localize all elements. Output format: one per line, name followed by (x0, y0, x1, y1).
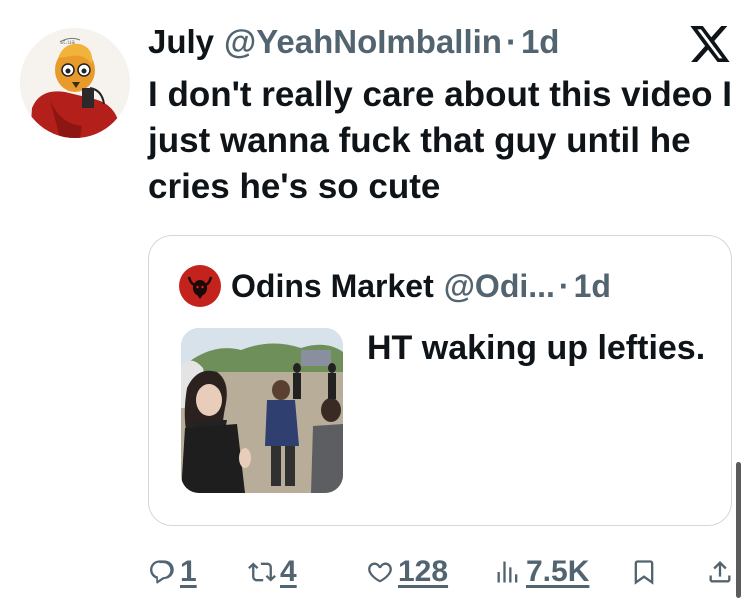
share-button[interactable] (706, 550, 734, 594)
quoted-tweet-media-thumbnail[interactable] (181, 328, 343, 493)
bookmark-button[interactable] (630, 550, 658, 594)
scrollbar[interactable] (736, 462, 741, 598)
quoted-tweet-header: Odins Market @Odi... · 1d (179, 264, 611, 308)
heart-icon (368, 562, 392, 583)
quoted-tweet-timestamp[interactable]: 1d (574, 264, 611, 308)
author-avatar[interactable]: st.ua (20, 28, 130, 138)
repost-button[interactable]: 4 (248, 550, 297, 594)
svg-text:st.ua: st.ua (60, 39, 75, 46)
author-avatar-drawing: st.ua (20, 28, 130, 138)
view-count: 7.5K (526, 555, 590, 588)
reply-count: 1 (180, 555, 197, 588)
views-button[interactable]: 7.5K (494, 550, 589, 594)
x-logo-icon (690, 26, 730, 62)
quoted-author-display-name[interactable]: Odins Market (231, 264, 434, 308)
repost-count: 4 (280, 555, 297, 588)
tweet-action-bar: 1 4 128 7.5K (148, 550, 738, 594)
share-icon (709, 561, 731, 583)
media-photo (181, 328, 343, 493)
tweet-text: I don't really care about this video I j… (148, 75, 733, 206)
author-handle[interactable]: @YeahNoImballin (224, 20, 502, 64)
repost-icon (248, 562, 276, 582)
separator-dot: · (558, 268, 570, 304)
bookmark-icon (634, 560, 654, 585)
author-display-name[interactable]: July (148, 20, 214, 64)
quoted-author-avatar[interactable] (179, 265, 221, 307)
tweet-timestamp[interactable]: 1d (521, 20, 560, 64)
quoted-tweet-card[interactable]: Odins Market @Odi... · 1d HT waking up l… (148, 235, 732, 526)
quoted-author-handle[interactable]: @Odi... (444, 264, 555, 308)
reply-button[interactable]: 1 (148, 550, 197, 594)
tweet[interactable]: st.ua July @YeahNoImballin · 1d I don't … (0, 0, 750, 611)
reply-icon (150, 560, 174, 584)
tweet-header: July @YeahNoImballin · 1d (148, 20, 559, 64)
separator-dot: · (505, 23, 517, 60)
like-count: 128 (398, 555, 449, 588)
quoted-tweet-text: HT waking up lefties. (367, 329, 706, 367)
views-chart-icon (497, 561, 518, 583)
viking-helmet-icon (187, 276, 213, 299)
like-button[interactable]: 128 (366, 550, 448, 594)
